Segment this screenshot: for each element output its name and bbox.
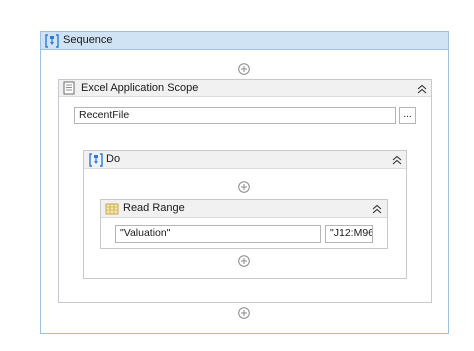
browse-button[interactable]: ... — [399, 107, 416, 124]
excel-scope-header[interactable]: Excel Application Scope — [59, 80, 431, 97]
collapse-chevron-icon[interactable] — [391, 154, 403, 166]
workbook-path-input[interactable]: RecentFile — [74, 107, 396, 124]
add-activity-plus-icon[interactable] — [238, 255, 250, 267]
add-activity-plus-icon[interactable] — [238, 307, 250, 319]
sequence-activity[interactable]: Sequence Excel Application Scope RecentF… — [40, 31, 449, 334]
do-title: Do — [106, 153, 121, 165]
collapse-chevron-icon[interactable] — [416, 83, 428, 95]
sequence-icon — [88, 153, 104, 170]
sequence-icon — [44, 34, 60, 51]
add-activity-plus-icon[interactable] — [238, 181, 250, 193]
range-input[interactable]: "J12:M96 — [325, 225, 373, 243]
read-range-header[interactable]: Read Range — [101, 200, 387, 218]
read-range-title: Read Range — [123, 202, 185, 214]
table-icon — [105, 203, 119, 218]
document-icon — [63, 81, 75, 98]
do-sequence[interactable]: Do Read Range "Valuation" "J12:M96 — [83, 150, 407, 279]
excel-scope-title: Excel Application Scope — [81, 82, 199, 94]
sequence-title: Sequence — [63, 34, 113, 46]
sequence-header[interactable]: Sequence — [41, 32, 448, 50]
collapse-chevron-icon[interactable] — [371, 203, 383, 215]
excel-application-scope[interactable]: Excel Application Scope RecentFile ... D… — [58, 79, 432, 303]
add-activity-plus-icon[interactable] — [238, 63, 250, 75]
do-header[interactable]: Do — [84, 151, 406, 169]
read-range-activity[interactable]: Read Range "Valuation" "J12:M96 — [100, 199, 388, 249]
sheet-name-input[interactable]: "Valuation" — [115, 225, 321, 243]
